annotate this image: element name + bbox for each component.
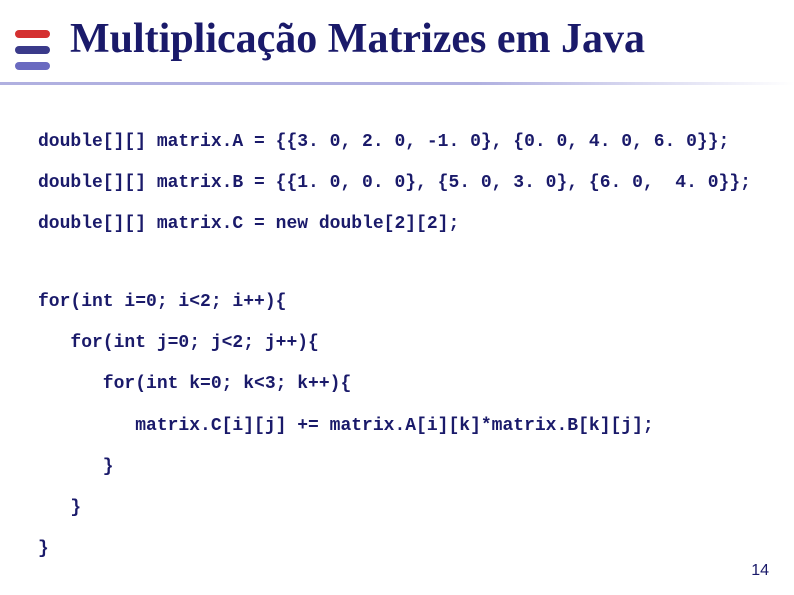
title-underline [0, 82, 794, 85]
logo-bar-blue [15, 46, 50, 54]
code-block-loops: for(int i=0; i<2; i++){ for(int j=0; j<2… [38, 290, 654, 578]
code-line: double[][] matrix.C = new double[2][2]; [38, 212, 751, 237]
logo-bar-lightblue [15, 62, 50, 70]
code-line: for(int k=0; k<3; k++){ [38, 372, 654, 397]
code-line: } [38, 496, 654, 521]
code-line: } [38, 537, 654, 562]
page-number: 14 [751, 562, 769, 580]
code-block-declarations: double[][] matrix.A = {{3. 0, 2. 0, -1. … [38, 130, 751, 254]
code-line: for(int i=0; i<2; i++){ [38, 290, 654, 315]
code-line: matrix.C[i][j] += matrix.A[i][k]*matrix.… [38, 414, 654, 439]
code-line: for(int j=0; j<2; j++){ [38, 331, 654, 356]
code-line: double[][] matrix.B = {{1. 0, 0. 0}, {5.… [38, 171, 751, 196]
slide-title: Multiplicação Matrizes em Java [70, 15, 645, 63]
logo-bar-red [15, 30, 50, 38]
code-line: double[][] matrix.A = {{3. 0, 2. 0, -1. … [38, 130, 751, 155]
code-line: } [38, 455, 654, 480]
slide-logo [15, 30, 50, 70]
